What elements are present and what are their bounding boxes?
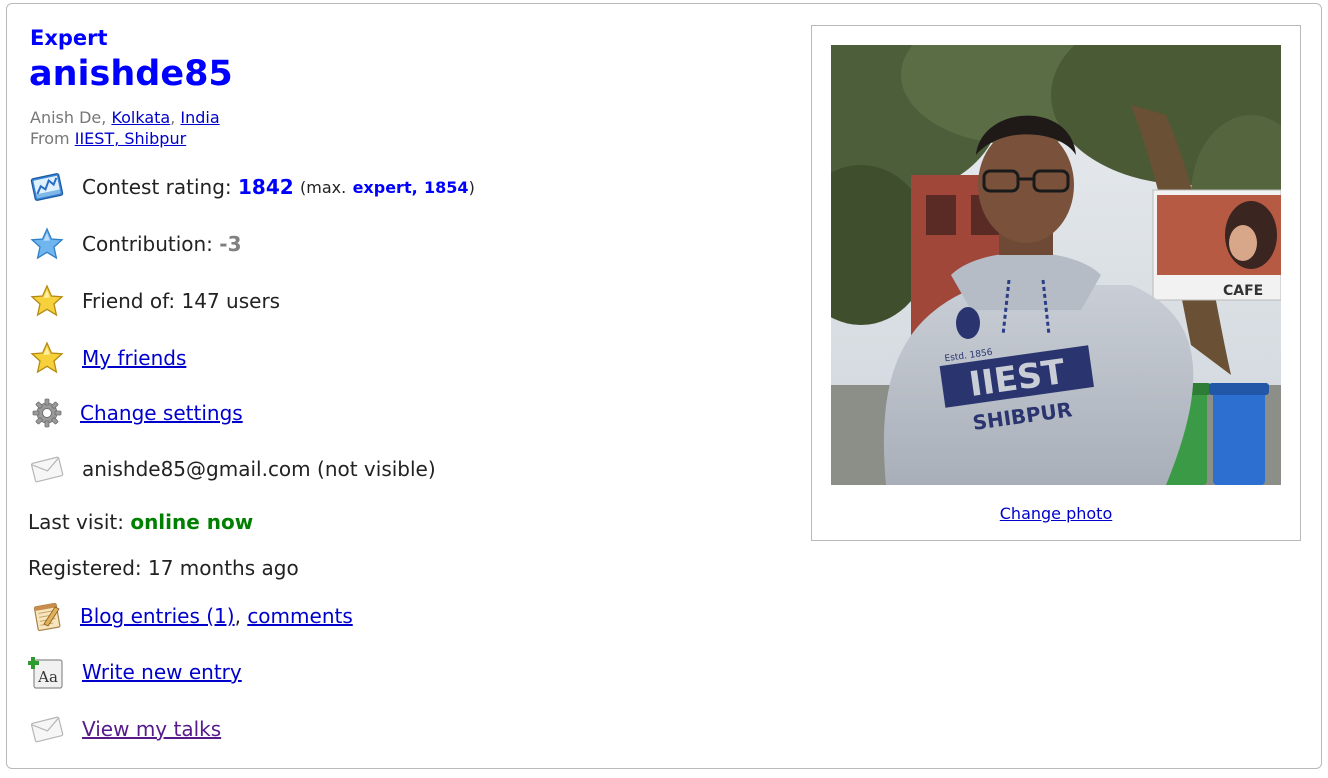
envelope-icon bbox=[28, 450, 66, 488]
contest-rating-row: Contest rating: 1842 (max. expert, 1854) bbox=[28, 168, 475, 206]
city-separator: , bbox=[170, 108, 181, 127]
blog-notepad-icon bbox=[28, 597, 66, 635]
max-rating-prefix: (max. bbox=[300, 177, 347, 197]
friend-of-row: Friend of: 147 users bbox=[28, 282, 280, 320]
last-visit-row: Last visit: online now bbox=[28, 510, 253, 534]
comments-link[interactable]: comments bbox=[247, 604, 352, 628]
last-visit-value: online now bbox=[130, 510, 254, 534]
my-friends-link[interactable]: My friends bbox=[82, 346, 186, 370]
change-settings-link[interactable]: Change settings bbox=[80, 401, 243, 425]
gold-star-icon bbox=[28, 282, 66, 320]
rating-chart-icon bbox=[28, 168, 66, 206]
change-photo-row: Change photo bbox=[812, 504, 1300, 523]
contribution-label: Contribution: bbox=[82, 232, 213, 256]
svg-text:Aa: Aa bbox=[37, 668, 58, 686]
user-name-location: Anish De, Kolkata, India bbox=[30, 108, 220, 127]
user-organization-line: From IIEST, Shibpur bbox=[30, 129, 186, 148]
my-friends-row: My friends bbox=[28, 339, 186, 377]
user-photo-box: CAFE Estd. 1856 IIEST SHIBPUR Change pho… bbox=[811, 25, 1301, 541]
contribution-value: -3 bbox=[219, 232, 242, 256]
write-entry-icon: Aa bbox=[28, 653, 66, 691]
write-new-entry-link[interactable]: Write new entry bbox=[82, 660, 242, 684]
user-full-name: Anish De bbox=[30, 108, 102, 127]
talks-row: View my talks bbox=[28, 710, 221, 748]
city-link[interactable]: Kolkata bbox=[111, 108, 170, 127]
contest-rating-value: 1842 bbox=[238, 175, 294, 199]
contest-rating-label: Contest rating: bbox=[82, 175, 232, 199]
user-handle[interactable]: anishde85 bbox=[29, 54, 233, 94]
settings-row: Change settings bbox=[28, 394, 243, 432]
registered-text: Registered: 17 months ago bbox=[28, 556, 299, 580]
blog-entries-link[interactable]: Blog entries (1) bbox=[80, 604, 235, 628]
from-label: From bbox=[30, 129, 70, 148]
blog-row: Blog entries (1), comments bbox=[28, 597, 353, 635]
gear-icon bbox=[28, 394, 66, 432]
registered-row: Registered: 17 months ago bbox=[28, 556, 299, 580]
email-row: anishde85@gmail.com (not visible) bbox=[28, 450, 436, 488]
user-rank: Expert bbox=[30, 26, 108, 50]
max-rating-value: 1854 bbox=[424, 177, 469, 197]
user-avatar-photo: CAFE Estd. 1856 IIEST SHIBPUR bbox=[831, 45, 1281, 485]
name-separator: , bbox=[101, 108, 112, 127]
change-photo-link[interactable]: Change photo bbox=[1000, 504, 1113, 523]
max-rating-rank: expert, bbox=[352, 177, 418, 197]
last-visit-label: Last visit: bbox=[28, 510, 124, 534]
gold-star-icon bbox=[28, 339, 66, 377]
organization-link[interactable]: IIEST, Shibpur bbox=[75, 129, 186, 148]
email-text: anishde85@gmail.com (not visible) bbox=[82, 457, 436, 481]
country-link[interactable]: India bbox=[180, 108, 219, 127]
write-entry-row: Aa Write new entry bbox=[28, 653, 242, 691]
contribution-row: Contribution: -3 bbox=[28, 225, 242, 263]
max-rating-suffix: ) bbox=[468, 177, 475, 197]
svg-text:CAFE: CAFE bbox=[1223, 283, 1263, 299]
envelope-icon bbox=[28, 710, 66, 748]
view-my-talks-link[interactable]: View my talks bbox=[82, 717, 221, 741]
blue-star-icon bbox=[28, 225, 66, 263]
blog-separator: , bbox=[234, 604, 241, 628]
friend-of-text: Friend of: 147 users bbox=[82, 289, 281, 313]
